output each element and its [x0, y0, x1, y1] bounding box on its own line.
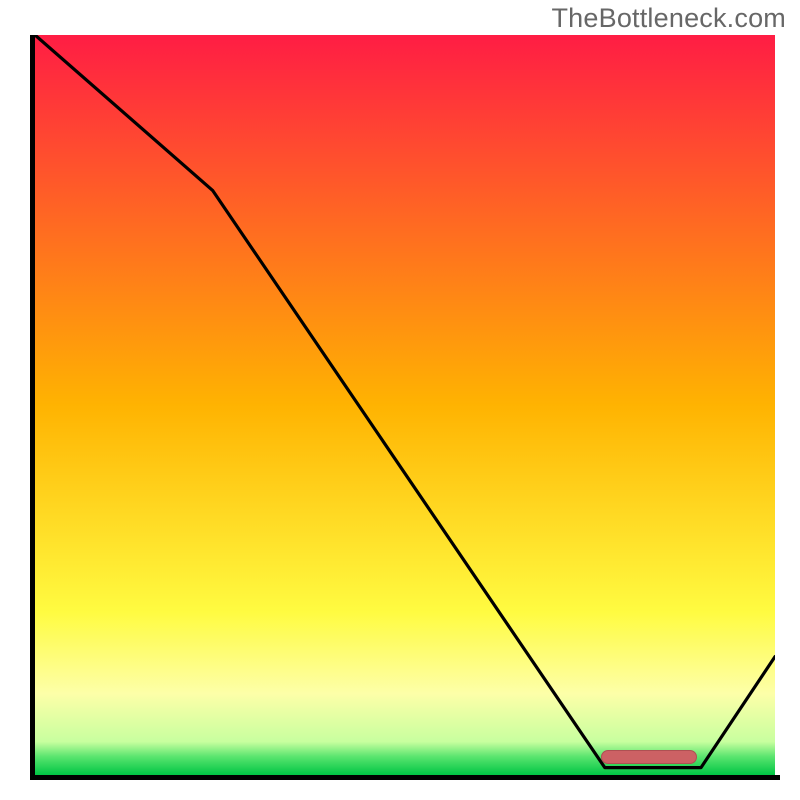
plot-area — [35, 35, 775, 775]
bottleneck-curve — [35, 35, 775, 768]
curve-layer — [35, 35, 775, 775]
watermark-text: TheBottleneck.com — [551, 3, 786, 34]
bottleneck-chart: TheBottleneck.com — [0, 0, 800, 800]
optimal-marker — [601, 750, 697, 764]
x-axis — [30, 775, 780, 780]
